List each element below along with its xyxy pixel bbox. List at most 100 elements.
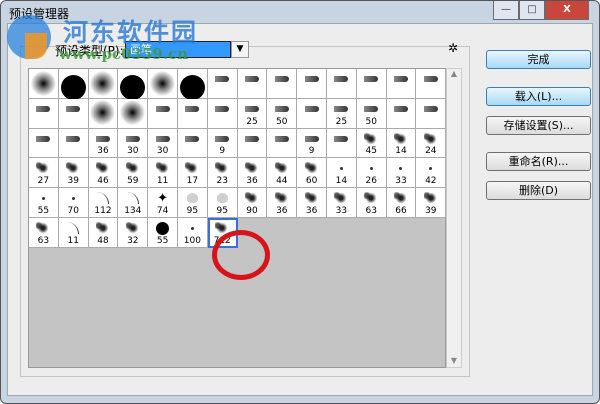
brush-preset-scatter[interactable]: 36: [237, 158, 268, 189]
chevron-down-icon[interactable]: ▼: [231, 41, 249, 58]
brush-preset-tip[interactable]: [58, 128, 89, 159]
brush-preset-scatter[interactable]: 39: [416, 188, 447, 218]
maximize-button[interactable]: □: [519, 1, 545, 20]
brush-preset-tip[interactable]: [207, 98, 238, 129]
brush-preset-scatter[interactable]: 24: [416, 128, 447, 159]
brush-size: 39: [425, 205, 437, 216]
brush-preset-hard[interactable]: [58, 69, 89, 100]
brush-preset-grass[interactable]: 11: [58, 218, 89, 248]
brush-preset-scatter[interactable]: 11: [148, 158, 178, 189]
brush-preset-soft[interactable]: [148, 69, 178, 99]
brush-preset-tip[interactable]: 9: [207, 128, 238, 159]
brush-preset-tip[interactable]: [386, 69, 417, 99]
brush-preset-tip[interactable]: [356, 69, 387, 99]
brush-leafsoft-icon: [208, 191, 237, 205]
brush-preset-tip[interactable]: 25: [327, 98, 357, 129]
brush-preset-dot[interactable]: 42: [416, 158, 447, 189]
brush-preset-leaf[interactable]: ✦ 74: [148, 188, 178, 218]
scroll-up-icon[interactable]: ▲: [447, 69, 461, 78]
brush-preset-tip[interactable]: [237, 128, 268, 159]
brush-preset-soft[interactable]: [29, 69, 59, 99]
brush-preset-grass[interactable]: 112: [88, 188, 119, 218]
done-button[interactable]: 完成: [486, 50, 591, 69]
brush-preset-scatter[interactable]: 45: [356, 128, 387, 159]
brush-preset-scatter[interactable]: 44: [267, 158, 298, 189]
rename-button[interactable]: 重命名(R)...: [486, 152, 591, 171]
brush-preset-scatter[interactable]: 90: [237, 188, 268, 218]
brush-preset-tip[interactable]: 50: [356, 98, 387, 129]
brush-preset-scatter[interactable]: 66: [386, 188, 417, 218]
brush-preset-tip[interactable]: [267, 69, 298, 99]
brush-scatter-icon: [357, 191, 386, 205]
brush-preset-scatter[interactable]: 23: [207, 158, 238, 189]
brush-preset-dot[interactable]: 14: [327, 158, 357, 189]
brush-preset-grass[interactable]: 134: [118, 188, 149, 218]
brush-preset-tip[interactable]: [416, 69, 447, 99]
brush-preset-scatter[interactable]: 17: [178, 158, 208, 189]
save-settings-button[interactable]: 存储设置(S)...: [486, 116, 591, 135]
brush-preset-tip[interactable]: [29, 98, 59, 129]
brush-preset-tip[interactable]: [58, 98, 89, 129]
brush-preset-hardsm[interactable]: 55: [148, 218, 178, 248]
brush-preset-tip[interactable]: [29, 128, 59, 159]
brush-preset-hard[interactable]: [178, 69, 208, 100]
brush-preset-dot[interactable]: 70: [58, 188, 89, 218]
brush-preset-tip[interactable]: [327, 128, 357, 159]
brush-preset-leafsoft[interactable]: 95: [207, 188, 238, 218]
brush-preset-hard[interactable]: [118, 69, 149, 100]
brush-preset-soft[interactable]: [118, 98, 149, 129]
watermark-logo: [7, 15, 51, 59]
brush-preset-tip[interactable]: [416, 98, 447, 129]
brush-preset-tip[interactable]: 30: [148, 128, 178, 159]
scroll-down-icon[interactable]: ▼: [447, 356, 461, 365]
brush-preset-dot[interactable]: 55: [29, 188, 59, 218]
brush-preset-scatter[interactable]: 32: [118, 218, 149, 248]
brush-preset-soft[interactable]: [88, 98, 119, 129]
close-button[interactable]: X: [545, 1, 589, 20]
brush-preset-scatter[interactable]: 48: [88, 218, 119, 248]
gear-icon[interactable]: ✲: [448, 41, 458, 55]
brush-size: 33: [395, 176, 407, 187]
brush-preset-scatter[interactable]: 59: [118, 158, 149, 189]
brush-preset-leafsoft[interactable]: 95: [178, 188, 208, 218]
brush-preset-tip[interactable]: [207, 69, 238, 99]
brush-size: 14: [395, 146, 407, 157]
brush-preset-scatter[interactable]: 36: [297, 188, 327, 218]
brush-preset-tip[interactable]: [297, 98, 327, 129]
brush-preset-scatter[interactable]: 63: [356, 188, 387, 218]
brush-preset-scatter[interactable]: 60: [297, 158, 327, 189]
brush-preset-tip[interactable]: 30: [118, 128, 149, 159]
brush-size: 60: [305, 176, 318, 187]
brush-preset-tip[interactable]: [178, 128, 208, 159]
brush-preset-soft[interactable]: [88, 69, 119, 99]
brush-preset-tip[interactable]: 50: [267, 98, 298, 129]
brush-preset-scatter[interactable]: 63: [29, 218, 59, 248]
load-button[interactable]: 载入(L)...: [486, 87, 591, 106]
brush-preset-tip[interactable]: [327, 69, 357, 99]
brush-size: 25: [246, 116, 258, 127]
brush-preset-tip[interactable]: [386, 98, 417, 129]
brush-tip-icon: [387, 102, 416, 116]
brush-preset-scatter[interactable]: 46: [88, 158, 119, 189]
brush-preset-dot[interactable]: 100: [178, 218, 208, 248]
brush-preset-tip[interactable]: [297, 69, 327, 99]
brush-preset-tip[interactable]: 25: [237, 98, 268, 129]
brush-size: 74: [156, 205, 169, 216]
delete-button[interactable]: 删除(D): [486, 181, 591, 200]
brush-preset-dot[interactable]: 26: [356, 158, 387, 189]
brush-preset-tip[interactable]: [148, 98, 178, 129]
brush-preset-tip[interactable]: 9: [297, 128, 327, 159]
brush-preset-scatter[interactable]: 14: [386, 128, 417, 159]
brush-preset-tip[interactable]: [267, 128, 298, 159]
brush-preset-scatter[interactable]: 33: [327, 188, 357, 218]
minimize-button[interactable]: —: [493, 1, 519, 20]
scrollbar[interactable]: ▲ ▼: [446, 68, 462, 368]
brush-preset-dot[interactable]: 33: [386, 158, 417, 189]
brush-preset-tip[interactable]: 36: [88, 128, 119, 159]
brush-preset-tip[interactable]: [178, 98, 208, 129]
brush-preset-scatter[interactable]: 36: [267, 188, 298, 218]
brush-preset-scatter[interactable]: 27: [29, 158, 59, 189]
brush-preset-scatter[interactable]: 39: [58, 158, 89, 189]
brush-preset-tip[interactable]: [237, 69, 268, 99]
brush-tip-icon: [29, 132, 58, 146]
